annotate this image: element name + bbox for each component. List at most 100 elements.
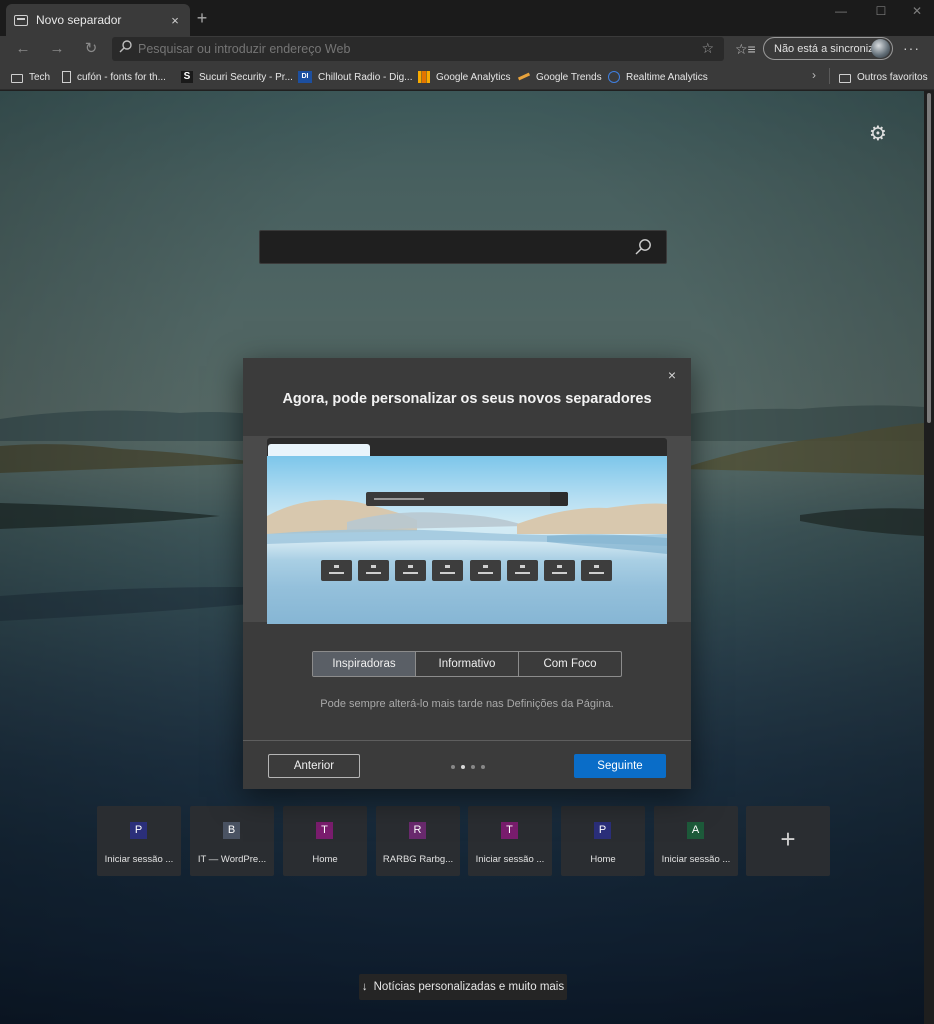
favorites-list-icon[interactable]: ☆≡ bbox=[735, 41, 756, 58]
quick-link-tile[interactable]: T Home bbox=[283, 806, 367, 876]
option-inspiradoras[interactable]: Inspiradoras bbox=[313, 652, 416, 676]
site-letter-icon: P bbox=[130, 822, 147, 839]
arrow-down-icon: ↓ bbox=[361, 981, 368, 993]
previous-button[interactable]: Anterior bbox=[268, 754, 360, 778]
bookmark-item[interactable]: Google Analytics bbox=[418, 69, 511, 85]
quick-link-tile[interactable]: P Home bbox=[561, 806, 645, 876]
mockup-tile bbox=[581, 560, 612, 581]
option-com-foco[interactable]: Com Foco bbox=[519, 652, 621, 676]
news-button-label: Notícias personalizadas e muito mais bbox=[373, 981, 565, 993]
sucuri-icon: S bbox=[181, 71, 193, 83]
new-tab-button[interactable]: + bbox=[194, 9, 210, 27]
quick-link-tile[interactable]: A Iniciar sessão ... bbox=[654, 806, 738, 876]
title-bar: Novo separador × + — ☐ ✕ bbox=[0, 0, 934, 36]
page-scrollbar[interactable] bbox=[924, 91, 934, 1024]
site-letter-icon: A bbox=[687, 822, 704, 839]
mockup-tile bbox=[432, 560, 463, 581]
quick-link-label: IT — WordPre... bbox=[197, 854, 267, 865]
site-letter-icon: T bbox=[316, 822, 333, 839]
maximize-button[interactable]: ☐ bbox=[866, 4, 896, 22]
bookmark-label: Realtime Analytics bbox=[626, 71, 708, 83]
bookmark-item[interactable]: Realtime Analytics bbox=[608, 69, 708, 85]
bookmarks-overflow-chevron-icon[interactable]: › bbox=[812, 68, 816, 82]
option-informativo[interactable]: Informativo bbox=[416, 652, 519, 676]
search-icon bbox=[112, 40, 138, 58]
mockup-landscape bbox=[267, 499, 667, 554]
scrollbar-thumb[interactable] bbox=[927, 93, 931, 423]
site-letter-icon: P bbox=[594, 822, 611, 839]
close-icon[interactable]: × bbox=[663, 366, 681, 384]
page-dot[interactable] bbox=[481, 765, 485, 769]
close-window-button[interactable]: ✕ bbox=[902, 4, 932, 22]
next-button[interactable]: Seguinte bbox=[574, 754, 666, 778]
bookmark-label: Google Trends bbox=[536, 71, 602, 83]
back-button[interactable]: ← bbox=[12, 39, 34, 59]
folder-icon bbox=[11, 73, 23, 83]
bookmark-label: Google Analytics bbox=[436, 71, 511, 83]
minimize-button[interactable]: — bbox=[826, 4, 856, 22]
site-letter-icon: B bbox=[223, 822, 240, 839]
page-dot[interactable] bbox=[451, 765, 455, 769]
mockup-tile bbox=[395, 560, 426, 581]
search-icon[interactable] bbox=[634, 238, 652, 261]
page-dot[interactable] bbox=[471, 765, 475, 769]
dialog-hint-text: Pode sempre alterá-lo mais tarde nas Def… bbox=[320, 698, 614, 710]
add-favorite-star-icon[interactable]: ☆ bbox=[701, 40, 714, 57]
add-quick-link-button[interactable]: + bbox=[746, 806, 830, 876]
mockup-tab-strip bbox=[267, 438, 667, 458]
bookmark-item[interactable]: S Sucuri Security - Pr... bbox=[181, 69, 293, 85]
avatar bbox=[871, 39, 890, 58]
new-tab-page-icon bbox=[14, 14, 28, 26]
quick-link-tile[interactable]: B IT — WordPre... bbox=[190, 806, 274, 876]
bookmark-item[interactable]: Tech bbox=[11, 69, 50, 85]
plus-icon: + bbox=[780, 824, 796, 854]
realtime-icon bbox=[608, 71, 620, 83]
profile-sync-button[interactable]: Não está a sincronizar bbox=[763, 37, 893, 60]
page-settings-gear-icon[interactable]: ⚙ bbox=[869, 121, 887, 146]
other-favorites-folder[interactable]: Outros favoritos bbox=[839, 69, 928, 85]
address-input[interactable] bbox=[138, 42, 678, 56]
quick-link-tile[interactable]: R RARBG Rarbg... bbox=[376, 806, 460, 876]
bookmark-item[interactable]: DI Chillout Radio - Dig... bbox=[298, 69, 412, 85]
folder-icon bbox=[839, 73, 851, 83]
mockup-viewport bbox=[267, 456, 667, 624]
sync-status-label: Não está a sincronizar bbox=[774, 42, 884, 55]
customize-new-tab-dialog: × Agora, pode personalizar os seus novos… bbox=[243, 358, 691, 789]
mockup-tile bbox=[544, 560, 575, 581]
di-icon: DI bbox=[298, 71, 312, 83]
bookmark-label: Sucuri Security - Pr... bbox=[199, 71, 293, 83]
quick-link-tile[interactable]: T Iniciar sessão ... bbox=[468, 806, 552, 876]
refresh-button[interactable]: ↻ bbox=[80, 39, 102, 59]
address-bar[interactable]: ☆ bbox=[112, 37, 724, 61]
site-letter-icon: T bbox=[501, 822, 518, 839]
bookmark-label: Tech bbox=[29, 71, 51, 83]
page-search-input[interactable] bbox=[270, 239, 620, 254]
more-options-icon[interactable]: ··· bbox=[903, 40, 920, 56]
site-letter-icon: R bbox=[409, 822, 426, 839]
navigation-bar: ← → ↻ ☆ ☆≡ Não está a sincronizar ··· bbox=[0, 36, 934, 62]
bookmark-label: Outros favoritos bbox=[857, 71, 928, 83]
layout-preview-illustration bbox=[243, 436, 691, 624]
mockup-tile bbox=[507, 560, 538, 581]
page-search-box[interactable] bbox=[259, 230, 667, 264]
personalized-news-button[interactable]: ↓ Notícias personalizadas e muito mais bbox=[359, 974, 567, 1000]
tab-close-icon[interactable]: × bbox=[168, 13, 182, 28]
dialog-title: Agora, pode personalizar os seus novos s… bbox=[282, 391, 652, 407]
bookmark-item[interactable]: Google Trends bbox=[518, 69, 602, 85]
google-trends-icon bbox=[518, 71, 530, 83]
google-analytics-icon bbox=[418, 71, 430, 83]
mockup-tile bbox=[358, 560, 389, 581]
quick-link-label: RARBG Rarbg... bbox=[382, 854, 454, 865]
page-dot-current[interactable] bbox=[461, 765, 465, 769]
bookmark-item[interactable]: cufón - fonts for th... bbox=[62, 69, 166, 85]
tab-new-tab[interactable]: Novo separador × bbox=[6, 4, 190, 36]
quick-link-label: Home bbox=[590, 854, 616, 865]
layout-option-selector: Inspiradoras Informativo Com Foco bbox=[312, 651, 622, 677]
browser-mockup bbox=[267, 438, 667, 624]
mockup-tile bbox=[321, 560, 352, 581]
tab-title: Novo separador bbox=[36, 13, 122, 27]
mockup-tile bbox=[470, 560, 501, 581]
forward-button[interactable]: → bbox=[46, 39, 68, 59]
quick-link-tile[interactable]: P Iniciar sessão ... bbox=[97, 806, 181, 876]
bookmark-label: Chillout Radio - Dig... bbox=[318, 71, 413, 83]
